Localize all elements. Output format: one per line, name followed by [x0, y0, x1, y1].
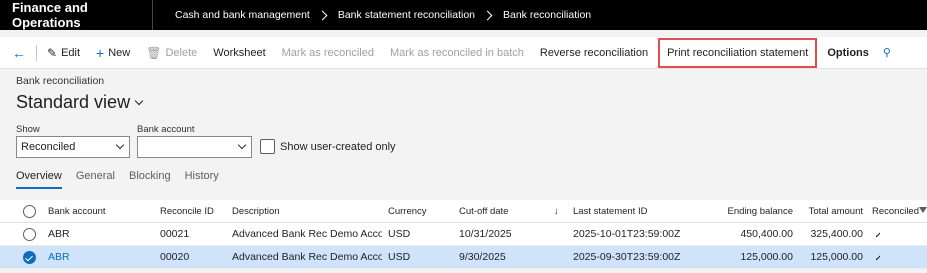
page-breadcrumb: Bank reconciliation — [16, 75, 105, 87]
pencil-icon: ✎ — [47, 45, 58, 60]
breadcrumb-item[interactable]: Cash and bank management — [175, 9, 310, 21]
bank-account-filter-label: Bank account — [137, 124, 195, 135]
show-user-created-label: Show user-created only — [280, 141, 396, 153]
view-selector[interactable]: Standard view — [16, 92, 144, 113]
cell-description: Advanced Bank Rec Demo Acco… — [232, 228, 382, 240]
reconciled-check-icon — [876, 223, 880, 246]
show-filter-value: Reconciled — [21, 141, 76, 153]
column-header-bank-account[interactable]: Bank account — [48, 200, 106, 223]
cell-currency: USD — [388, 251, 411, 263]
tab-bar: Overview General Blocking History — [16, 170, 233, 189]
worksheet-button[interactable]: Worksheet — [205, 37, 273, 69]
tab-overview[interactable]: Overview — [16, 170, 62, 189]
cell-ending-balance: 125,000.00 — [740, 251, 793, 263]
column-header-last-statement-id[interactable]: Last statement ID — [573, 200, 647, 223]
delete-label: Delete — [165, 46, 198, 59]
trash-icon: 🗑 — [146, 45, 162, 60]
grid-header: Bank account Reconcile ID Description Cu… — [0, 200, 927, 223]
sort-descending-icon: ↓ — [554, 206, 559, 217]
new-label: New — [108, 46, 131, 59]
edit-button[interactable]: ✎ Edit — [39, 37, 88, 69]
column-header-reconciled[interactable]: Reconciled — [872, 200, 919, 223]
tab-blocking[interactable]: Blocking — [129, 170, 171, 189]
chevron-down-icon — [237, 140, 247, 150]
column-header-currency[interactable]: Currency — [388, 200, 427, 223]
row-select-radio[interactable] — [23, 228, 36, 241]
tab-general[interactable]: General — [76, 170, 115, 189]
select-all-radio[interactable] — [23, 205, 36, 218]
page-title: Standard view — [16, 92, 131, 112]
search-icon[interactable]: ⚲ — [877, 37, 899, 69]
row-select-radio[interactable] — [23, 251, 36, 264]
show-user-created-checkbox[interactable] — [260, 139, 275, 154]
chevron-right-icon — [317, 10, 328, 20]
breadcrumb: Cash and bank management Bank statement … — [153, 9, 591, 21]
cell-bank-account[interactable]: ABR — [48, 246, 70, 269]
delete-button[interactable]: 🗑 Delete — [138, 37, 205, 69]
show-filter-label: Show — [16, 124, 40, 135]
tab-history[interactable]: History — [185, 170, 219, 189]
column-header-description[interactable]: Description — [232, 200, 280, 223]
edit-label: Edit — [61, 46, 81, 59]
cell-bank-account[interactable]: ABR — [48, 223, 70, 246]
reverse-reconciliation-button[interactable]: Reverse reconciliation — [532, 37, 656, 69]
show-filter-select[interactable]: Reconciled — [16, 136, 130, 158]
table-row[interactable]: ABR 00020 Advanced Bank Rec Demo Acco… U… — [0, 246, 927, 269]
cell-last-statement-id: 2025-10-01T23:59:00Z — [573, 228, 681, 240]
top-nav-bar: Finance and Operations Cash and bank man… — [0, 0, 927, 30]
action-pane: ← ✎ Edit + New 🗑 Delete Worksheet Mark a… — [0, 37, 927, 69]
chevron-down-icon — [115, 140, 125, 150]
breadcrumb-item[interactable]: Bank statement reconciliation — [338, 9, 475, 21]
bank-account-filter-select[interactable] — [137, 136, 252, 158]
new-button[interactable]: + New — [88, 37, 138, 69]
mark-reconciled-button[interactable]: Mark as reconciled — [274, 37, 382, 69]
filter-icon[interactable] — [919, 207, 927, 213]
cell-cutoff-date: 9/30/2025 — [459, 251, 506, 263]
plus-icon: + — [96, 44, 105, 61]
cell-last-statement-id: 2025-09-30T23:59:00Z — [573, 251, 681, 263]
cell-description: Advanced Bank Rec Demo Acco… — [232, 251, 382, 263]
column-header-ending-balance[interactable]: Ending balance — [700, 200, 794, 223]
reconciliation-grid: Bank account Reconcile ID Description Cu… — [0, 200, 927, 269]
print-reconciliation-statement-button[interactable]: Print reconciliation statement — [658, 37, 818, 68]
column-header-cutoff-date[interactable]: Cut-off date — [459, 200, 508, 223]
cell-currency: USD — [388, 228, 411, 240]
column-header-reconcile-id[interactable]: Reconcile ID — [160, 200, 214, 223]
column-header-total-amount[interactable]: Total amount — [800, 200, 863, 223]
back-arrow-icon[interactable]: ← — [0, 37, 34, 69]
cell-total-amount: 325,400.00 — [810, 228, 863, 240]
cell-ending-balance: 450,400.00 — [740, 228, 793, 240]
cell-total-amount: 125,000.00 — [810, 251, 863, 263]
app-title[interactable]: Finance and Operations — [0, 0, 152, 30]
cell-cutoff-date: 10/31/2025 — [459, 228, 512, 240]
mark-reconciled-batch-button[interactable]: Mark as reconciled in batch — [382, 37, 532, 69]
chevron-down-icon — [134, 96, 144, 106]
cell-reconcile-id: 00020 — [160, 251, 190, 263]
options-button[interactable]: Options — [819, 37, 877, 69]
divider — [36, 44, 37, 61]
chevron-right-icon — [482, 10, 493, 20]
cell-reconcile-id: 00021 — [160, 228, 190, 240]
table-row[interactable]: ABR 00021 Advanced Bank Rec Demo Acco… U… — [0, 223, 927, 246]
reconciled-check-icon — [876, 246, 880, 269]
breadcrumb-item[interactable]: Bank reconciliation — [503, 9, 591, 21]
